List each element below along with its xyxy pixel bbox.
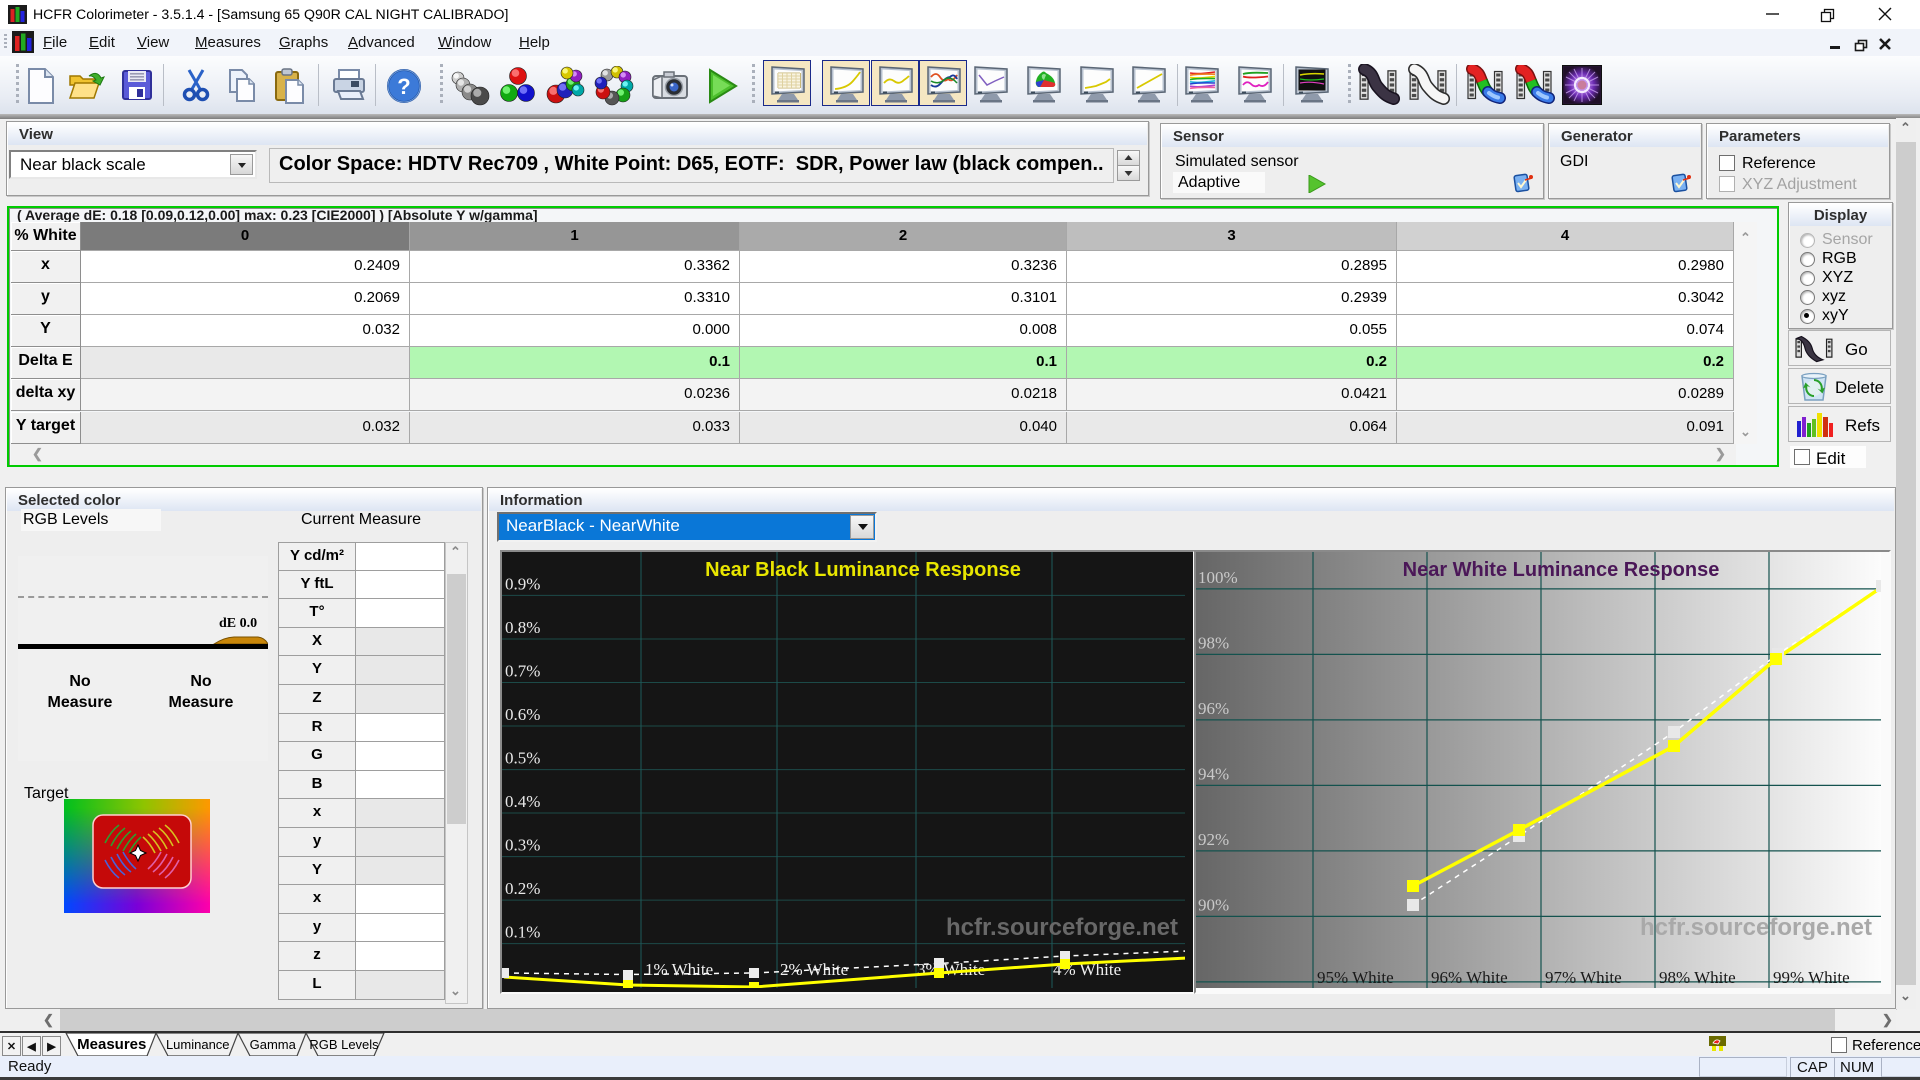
svg-text:RGB Levels: RGB Levels — [309, 1037, 379, 1052]
svg-text:97% White: 97% White — [1545, 968, 1622, 987]
svg-text:0.4%: 0.4% — [505, 792, 540, 811]
svg-text:90%: 90% — [1198, 895, 1229, 914]
svg-text:0.3%: 0.3% — [505, 836, 540, 855]
svg-text:92%: 92% — [1198, 830, 1229, 849]
svg-text:94%: 94% — [1198, 764, 1229, 783]
svg-text:0.6%: 0.6% — [505, 705, 540, 724]
svg-text:0.2%: 0.2% — [505, 879, 540, 898]
svg-text:95% White: 95% White — [1317, 968, 1394, 987]
svg-text:Near White Luminance Response: Near White Luminance Response — [1403, 559, 1720, 581]
svg-text:0.1%: 0.1% — [505, 923, 540, 942]
svg-text:98% White: 98% White — [1659, 968, 1736, 987]
svg-text:98%: 98% — [1198, 633, 1229, 652]
svg-text:hcfr.sourceforge.net: hcfr.sourceforge.net — [1640, 914, 1872, 941]
svg-text:hcfr.sourceforge.net: hcfr.sourceforge.net — [946, 914, 1178, 941]
svg-text:0.9%: 0.9% — [505, 574, 540, 593]
svg-text:96% White: 96% White — [1431, 968, 1508, 987]
svg-text:0.8%: 0.8% — [505, 618, 540, 637]
svg-text:0.7%: 0.7% — [505, 662, 540, 681]
svg-text:0.5%: 0.5% — [505, 749, 540, 768]
svg-text:Gamma: Gamma — [250, 1037, 297, 1052]
svg-text:Luminance: Luminance — [166, 1037, 230, 1052]
svg-text:Measures: Measures — [77, 1036, 146, 1053]
svg-text:99% White: 99% White — [1773, 968, 1850, 987]
svg-text:?: ? — [397, 74, 410, 99]
svg-text:1% White: 1% White — [645, 960, 713, 979]
svg-text:100%: 100% — [1198, 568, 1238, 587]
svg-text:96%: 96% — [1198, 699, 1229, 718]
svg-text:Near Black Luminance Response: Near Black Luminance Response — [705, 559, 1021, 581]
